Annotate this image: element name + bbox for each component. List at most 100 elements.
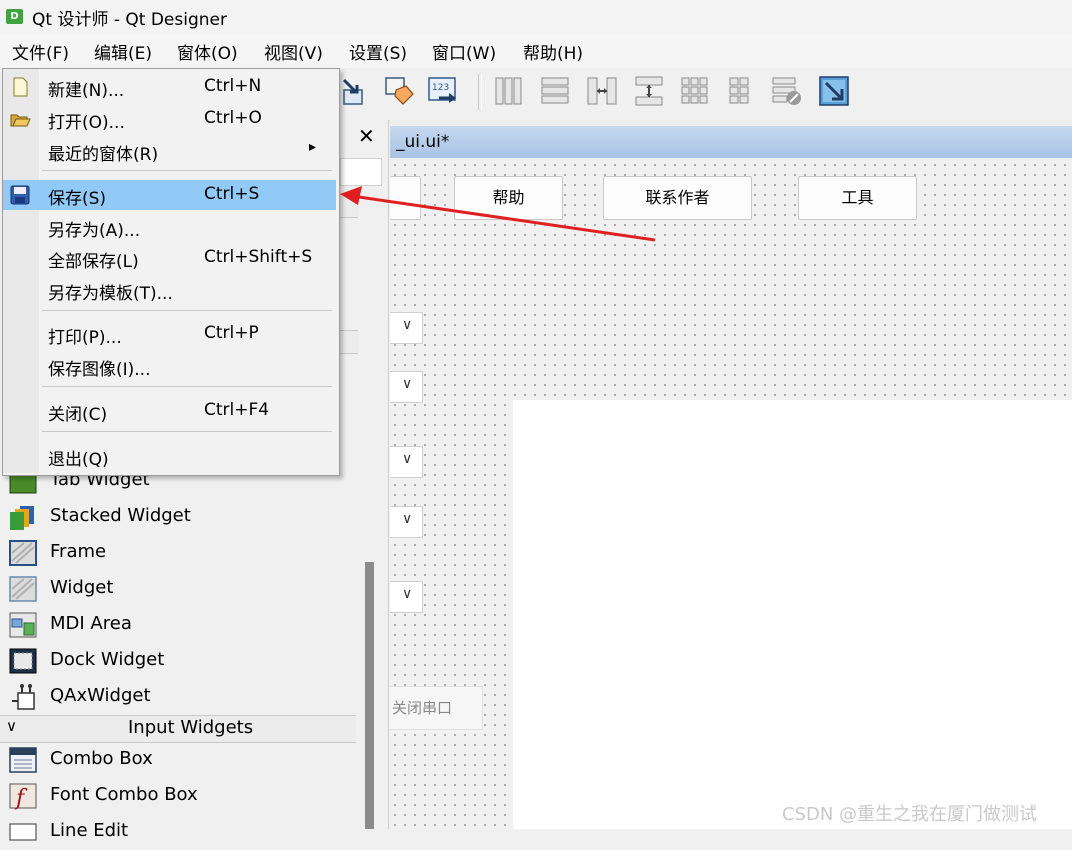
menu-item-label: 另存为模板(T)... bbox=[48, 284, 173, 304]
menu-item-label: 退出(Q) bbox=[48, 450, 109, 470]
widget-item-stacked-widget[interactable]: Stacked Widget bbox=[0, 499, 356, 535]
menu-separator bbox=[42, 431, 332, 432]
edit-tab-order-icon[interactable]: 123 bbox=[427, 74, 461, 108]
combo-box-stub[interactable]: ∨ bbox=[390, 581, 423, 613]
widget-item-qaxwidget[interactable]: QAxWidget bbox=[0, 679, 356, 715]
menu-item-label: 最近的窗体(R) bbox=[48, 145, 159, 165]
watermark-text: CSDN @重生之我在厦门做测试 bbox=[782, 804, 1038, 825]
send-to-back-icon[interactable] bbox=[338, 74, 372, 108]
chevron-down-icon: ∨ bbox=[402, 511, 413, 527]
font-combo-box-icon: f bbox=[9, 783, 37, 810]
widget-item-dock-widget[interactable]: Dock Widget bbox=[0, 643, 356, 679]
menu-item-open[interactable]: 打开(O)... Ctrl+O bbox=[3, 104, 336, 134]
menu-item-save-all[interactable]: 全部保存(L) Ctrl+Shift+S bbox=[3, 243, 336, 273]
widget-item-label: Stacked Widget bbox=[50, 505, 191, 526]
new-file-icon bbox=[13, 77, 28, 97]
widget-item-label: Combo Box bbox=[50, 748, 153, 769]
menu-edit[interactable]: 编辑(E) bbox=[92, 39, 154, 64]
close-serial-port-button[interactable]: 关闭串口 bbox=[390, 686, 483, 730]
chevron-down-icon: ∨ bbox=[402, 451, 413, 467]
menu-item-label: 新建(N)... bbox=[48, 81, 125, 101]
menu-file[interactable]: 文件(F) bbox=[10, 39, 71, 64]
menu-item-close[interactable]: 关闭(C) Ctrl+F4 bbox=[3, 396, 336, 426]
form-window-titlebar[interactable] bbox=[390, 126, 1072, 158]
qaxwidget-icon bbox=[12, 684, 35, 710]
chevron-down-icon: ∨ bbox=[402, 376, 413, 392]
combo-box-stub[interactable]: ∨ bbox=[390, 371, 423, 403]
save-icon bbox=[10, 185, 30, 205]
close-icon[interactable]: ✕ bbox=[358, 124, 375, 148]
menu-settings[interactable]: 设置(S) bbox=[347, 39, 409, 64]
menu-item-save-image[interactable]: 保存图像(I)... bbox=[3, 351, 336, 381]
menu-item-shortcut: Ctrl+Shift+S bbox=[204, 247, 313, 267]
menu-form[interactable]: 窗体(O) bbox=[175, 39, 240, 64]
menu-separator bbox=[42, 310, 332, 311]
widget-item-widget[interactable]: Widget bbox=[0, 571, 356, 607]
break-layout-icon[interactable] bbox=[770, 74, 804, 108]
menu-item-label: 保存(S) bbox=[48, 189, 107, 209]
layout-horizontal-splitter-icon[interactable] bbox=[585, 74, 619, 108]
svg-text:123: 123 bbox=[432, 83, 449, 93]
scrollbar-thumb[interactable] bbox=[365, 562, 374, 829]
layout-vertical-splitter-icon[interactable] bbox=[632, 74, 666, 108]
help-button[interactable]: 帮助 bbox=[454, 176, 563, 220]
category-input-widgets[interactable]: ∨ Input Widgets bbox=[0, 715, 356, 743]
tools-button[interactable]: 工具 bbox=[798, 176, 917, 220]
menu-item-save-as[interactable]: 另存为(A)... bbox=[3, 212, 336, 242]
frame-icon bbox=[9, 540, 37, 566]
widget-item-label: Dock Widget bbox=[50, 649, 165, 670]
text-display-widget[interactable] bbox=[513, 400, 1072, 829]
widget-item-font-combo-box[interactable]: f Font Combo Box bbox=[0, 778, 356, 814]
menu-item-shortcut: Ctrl+N bbox=[204, 76, 262, 96]
menu-item-print[interactable]: 打印(P)... Ctrl+P bbox=[3, 319, 336, 349]
widget-filter-input[interactable] bbox=[340, 158, 382, 186]
widget-item-combo-box[interactable]: Combo Box bbox=[0, 742, 356, 778]
widget-item-label: Line Edit bbox=[50, 820, 129, 841]
dock-widget-icon bbox=[9, 648, 37, 674]
widget-item-mdi-area[interactable]: MDI Area bbox=[0, 607, 356, 643]
menu-help[interactable]: 帮助(H) bbox=[521, 39, 585, 64]
widget-item-line-edit[interactable]: Line Edit bbox=[0, 814, 356, 850]
menu-item-label: 打印(P)... bbox=[48, 328, 122, 348]
menu-window[interactable]: 窗口(W) bbox=[430, 39, 498, 64]
menu-item-label: 全部保存(L) bbox=[48, 252, 139, 272]
edit-buddies-icon[interactable] bbox=[382, 74, 416, 108]
combo-box-stub[interactable]: ∨ bbox=[390, 506, 423, 538]
combo-box-stub[interactable]: ∨ bbox=[390, 312, 423, 344]
category-header[interactable] bbox=[340, 194, 358, 218]
menu-item-shortcut: Ctrl+F4 bbox=[204, 400, 270, 420]
menu-view[interactable]: 视图(V) bbox=[262, 39, 325, 64]
menu-separator bbox=[42, 386, 332, 387]
layout-vertical-icon[interactable] bbox=[538, 74, 572, 108]
adjust-size-icon[interactable] bbox=[817, 74, 851, 108]
form-widget-partial[interactable] bbox=[390, 176, 421, 220]
folder-open-icon bbox=[10, 114, 31, 127]
toolbar-separator bbox=[478, 74, 482, 110]
menu-item-shortcut: Ctrl+O bbox=[204, 108, 262, 128]
window-title: Qt 设计师 - Qt Designer bbox=[32, 10, 227, 30]
qt-designer-app-icon: D bbox=[6, 9, 23, 24]
widget-item-label: QAxWidget bbox=[50, 685, 151, 706]
menu-item-label: 保存图像(I)... bbox=[48, 360, 151, 380]
layout-grid-icon[interactable] bbox=[678, 74, 712, 108]
menu-item-new[interactable]: 新建(N)... Ctrl+N bbox=[3, 72, 336, 102]
category-header[interactable] bbox=[340, 330, 358, 354]
submenu-arrow-icon: ▸ bbox=[309, 139, 317, 155]
menu-separator bbox=[42, 170, 332, 171]
layout-horizontal-icon[interactable] bbox=[492, 74, 526, 108]
menu-item-recent-forms[interactable]: 最近的窗体(R) ▸ bbox=[3, 136, 336, 166]
contact-author-button[interactable]: 联系作者 bbox=[603, 176, 752, 220]
line-edit-icon bbox=[9, 823, 37, 841]
widget-item-label: Frame bbox=[50, 541, 107, 562]
chevron-down-icon: ∨ bbox=[6, 717, 17, 735]
widget-item-label: Font Combo Box bbox=[50, 784, 198, 805]
menu-item-exit[interactable]: 退出(Q) bbox=[3, 441, 336, 471]
menu-item-label: 关闭(C) bbox=[48, 405, 108, 425]
menu-item-save[interactable]: 保存(S) Ctrl+S bbox=[3, 180, 336, 210]
widget-item-frame[interactable]: Frame bbox=[0, 535, 356, 571]
layout-form-icon[interactable] bbox=[724, 74, 758, 108]
menu-item-shortcut: Ctrl+P bbox=[204, 323, 259, 343]
menu-item-save-as-template[interactable]: 另存为模板(T)... bbox=[3, 275, 336, 305]
combo-box-stub[interactable]: ∨ bbox=[390, 446, 423, 478]
stacked-widget-icon bbox=[10, 506, 34, 530]
